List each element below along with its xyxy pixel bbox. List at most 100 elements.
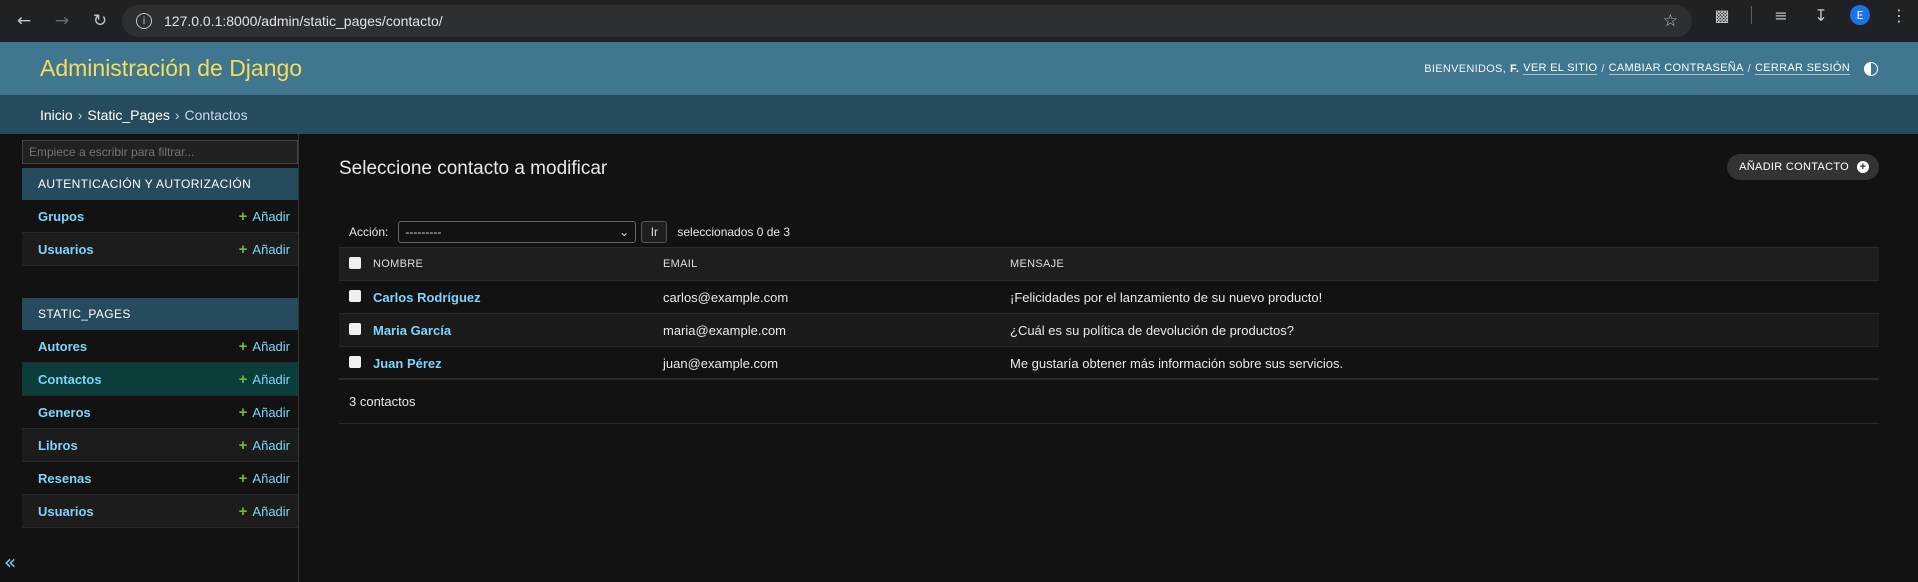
plus-icon: + bbox=[238, 207, 248, 225]
add-label[interactable]: Añadir bbox=[252, 209, 290, 224]
site-info-icon[interactable]: i bbox=[136, 13, 152, 29]
theme-toggle-icon[interactable] bbox=[1864, 61, 1878, 76]
main-area: AUTENTICACIÓN Y AUTORIZACIÓN Grupos + Aña… bbox=[0, 134, 1918, 582]
add-link[interactable]: + Añadir bbox=[239, 404, 290, 421]
row-link[interactable]: Carlos Rodríguez bbox=[373, 290, 481, 305]
url-text[interactable]: 127.0.0.1:8000/admin/static_pages/contac… bbox=[164, 13, 443, 29]
add-link[interactable]: + Añadir bbox=[239, 241, 290, 258]
add-link[interactable]: + Añadir bbox=[239, 437, 290, 454]
collapse-sidebar-icon[interactable]: « bbox=[4, 550, 16, 574]
add-label[interactable]: Añadir bbox=[252, 504, 290, 519]
select-all-checkbox[interactable] bbox=[349, 256, 361, 269]
add-link[interactable]: + Añadir bbox=[239, 371, 290, 388]
sidebar-item-label[interactable]: Usuarios bbox=[38, 242, 94, 257]
forward-arrow-icon[interactable]: → bbox=[46, 5, 78, 37]
plus-icon: + bbox=[238, 469, 248, 487]
action-select[interactable]: --------- ⌄ bbox=[398, 221, 637, 243]
add-link[interactable]: + Añadir bbox=[239, 208, 290, 225]
sidebar-item-usuarios-auth: Usuarios + Añadir bbox=[22, 233, 298, 266]
sidebar-filter-input[interactable] bbox=[22, 140, 298, 164]
add-contact-button[interactable]: AÑADIR CONTACTO + bbox=[1727, 154, 1879, 180]
add-label[interactable]: Añadir bbox=[252, 471, 290, 486]
sidebar-item-label[interactable]: Contactos bbox=[38, 372, 102, 387]
column-header-nombre[interactable]: NOMBRE bbox=[371, 247, 663, 281]
add-link[interactable]: + Añadir bbox=[239, 503, 290, 520]
cell-nombre: Carlos Rodríguez bbox=[371, 280, 663, 314]
add-label[interactable]: Añadir bbox=[252, 405, 290, 420]
plus-icon: + bbox=[238, 403, 248, 421]
row-checkbox[interactable] bbox=[349, 322, 361, 335]
plus-icon: + bbox=[238, 240, 248, 258]
row-checkbox[interactable] bbox=[349, 289, 361, 302]
sidebar-item-autores: Autores + Añadir bbox=[22, 330, 298, 363]
column-header-email[interactable]: EMAIL bbox=[663, 247, 1010, 281]
column-header-mensaje[interactable]: MENSAJE bbox=[1010, 247, 1879, 281]
result-table: NOMBRE EMAIL MENSAJE Carlos Rodríguez ca… bbox=[339, 247, 1879, 380]
module-static-pages: STATIC_PAGES Autores + Añadir Contactos +… bbox=[22, 298, 298, 528]
module-caption-static-pages[interactable]: STATIC_PAGES bbox=[22, 298, 298, 330]
cell-email: carlos@example.com bbox=[663, 280, 1010, 314]
add-label[interactable]: Añadir bbox=[252, 372, 290, 387]
sidebar-item-label[interactable]: Grupos bbox=[38, 209, 84, 224]
cell-mensaje: ¡Felicidades por el lanzamiento de su nu… bbox=[1010, 280, 1879, 314]
back-arrow-icon[interactable]: ← bbox=[8, 5, 40, 37]
plus-icon: + bbox=[238, 502, 248, 520]
sidebar-item-label[interactable]: Libros bbox=[38, 438, 78, 453]
table-row: Maria García maria@example.com ¿Cuál es … bbox=[339, 313, 1879, 347]
extensions-icon[interactable]: ▩ bbox=[1711, 6, 1733, 25]
row-checkbox[interactable] bbox=[349, 355, 361, 368]
actions-bar: Acción: --------- ⌄ Ir seleccionados 0 d… bbox=[339, 212, 1879, 252]
address-bar[interactable]: i 127.0.0.1:8000/admin/static_pages/cont… bbox=[122, 5, 1692, 37]
table-row: Juan Pérez juan@example.com Me gustaría … bbox=[339, 346, 1879, 380]
table-row: Carlos Rodríguez carlos@example.com ¡Fel… bbox=[339, 280, 1879, 314]
browser-toolbar: ← → ↻ i 127.0.0.1:8000/admin/static_page… bbox=[0, 0, 1918, 42]
sidebar-item-generos: Generos + Añadir bbox=[22, 396, 298, 429]
row-link[interactable]: Juan Pérez bbox=[373, 356, 442, 371]
add-label[interactable]: Añadir bbox=[252, 438, 290, 453]
breadcrumb-home[interactable]: Inicio bbox=[40, 107, 73, 123]
menu-kebab-icon[interactable]: ⋮ bbox=[1888, 6, 1910, 25]
cell-email: juan@example.com bbox=[663, 346, 1010, 380]
sidebar-item-label[interactable]: Autores bbox=[38, 339, 87, 354]
add-label[interactable]: Añadir bbox=[252, 242, 290, 257]
add-label[interactable]: Añadir bbox=[252, 339, 290, 354]
breadcrumb-current: Contactos bbox=[184, 106, 248, 123]
sidebar-item-label[interactable]: Resenas bbox=[38, 471, 91, 486]
module-caption-auth[interactable]: AUTENTICACIÓN Y AUTORIZACIÓN bbox=[22, 168, 298, 200]
sidebar-item-usuarios: Usuarios + Añadir bbox=[22, 495, 298, 528]
toolbar-divider bbox=[1751, 6, 1752, 24]
reload-icon[interactable]: ↻ bbox=[84, 5, 116, 37]
welcome-text: BIENVENIDOS, bbox=[1424, 62, 1507, 75]
breadcrumb-app[interactable]: Static_Pages bbox=[87, 107, 170, 123]
separator: / bbox=[1601, 62, 1605, 75]
go-button[interactable]: Ir bbox=[641, 221, 668, 243]
add-link[interactable]: + Añadir bbox=[239, 470, 290, 487]
profile-avatar[interactable]: E bbox=[1850, 5, 1870, 25]
sidebar-item-label[interactable]: Usuarios bbox=[38, 504, 94, 519]
username: F. bbox=[1510, 62, 1520, 75]
table-header-row: NOMBRE EMAIL MENSAJE bbox=[339, 247, 1879, 281]
action-label: Acción: bbox=[349, 225, 389, 239]
breadcrumb-separator: › bbox=[174, 106, 180, 123]
bookmark-star-icon[interactable]: ☆ bbox=[1663, 11, 1678, 31]
add-contact-label[interactable]: AÑADIR CONTACTO bbox=[1739, 161, 1849, 173]
selection-counter: seleccionados 0 de 3 bbox=[677, 225, 791, 239]
chevron-down-icon: ⌄ bbox=[619, 225, 630, 239]
cell-mensaje: ¿Cuál es su política de devolución de pr… bbox=[1010, 313, 1879, 347]
row-select-cell bbox=[339, 313, 371, 347]
row-link[interactable]: Maria García bbox=[373, 323, 451, 338]
download-icon[interactable]: ↧ bbox=[1810, 6, 1832, 25]
view-site-link[interactable]: VER EL SITIO bbox=[1523, 62, 1598, 75]
sidebar-item-label[interactable]: Generos bbox=[38, 405, 91, 420]
logout-link[interactable]: CERRAR SESIÓN bbox=[1755, 62, 1850, 75]
add-link[interactable]: + Añadir bbox=[239, 338, 290, 355]
nav-sidebar: AUTENTICACIÓN Y AUTORIZACIÓN Grupos + Aña… bbox=[22, 134, 299, 582]
paginator: 3 contactos bbox=[339, 378, 1879, 424]
site-branding[interactable]: Administración de Django bbox=[40, 55, 302, 82]
plus-circle-icon: + bbox=[1857, 161, 1869, 173]
media-playlist-icon[interactable]: ≡ bbox=[1770, 6, 1792, 25]
cell-nombre: Maria García bbox=[371, 313, 663, 347]
sidebar-item-resenas: Resenas + Añadir bbox=[22, 462, 298, 495]
separator: / bbox=[1747, 62, 1752, 75]
change-password-link[interactable]: CAMBIAR CONTRASEÑA bbox=[1608, 62, 1744, 75]
